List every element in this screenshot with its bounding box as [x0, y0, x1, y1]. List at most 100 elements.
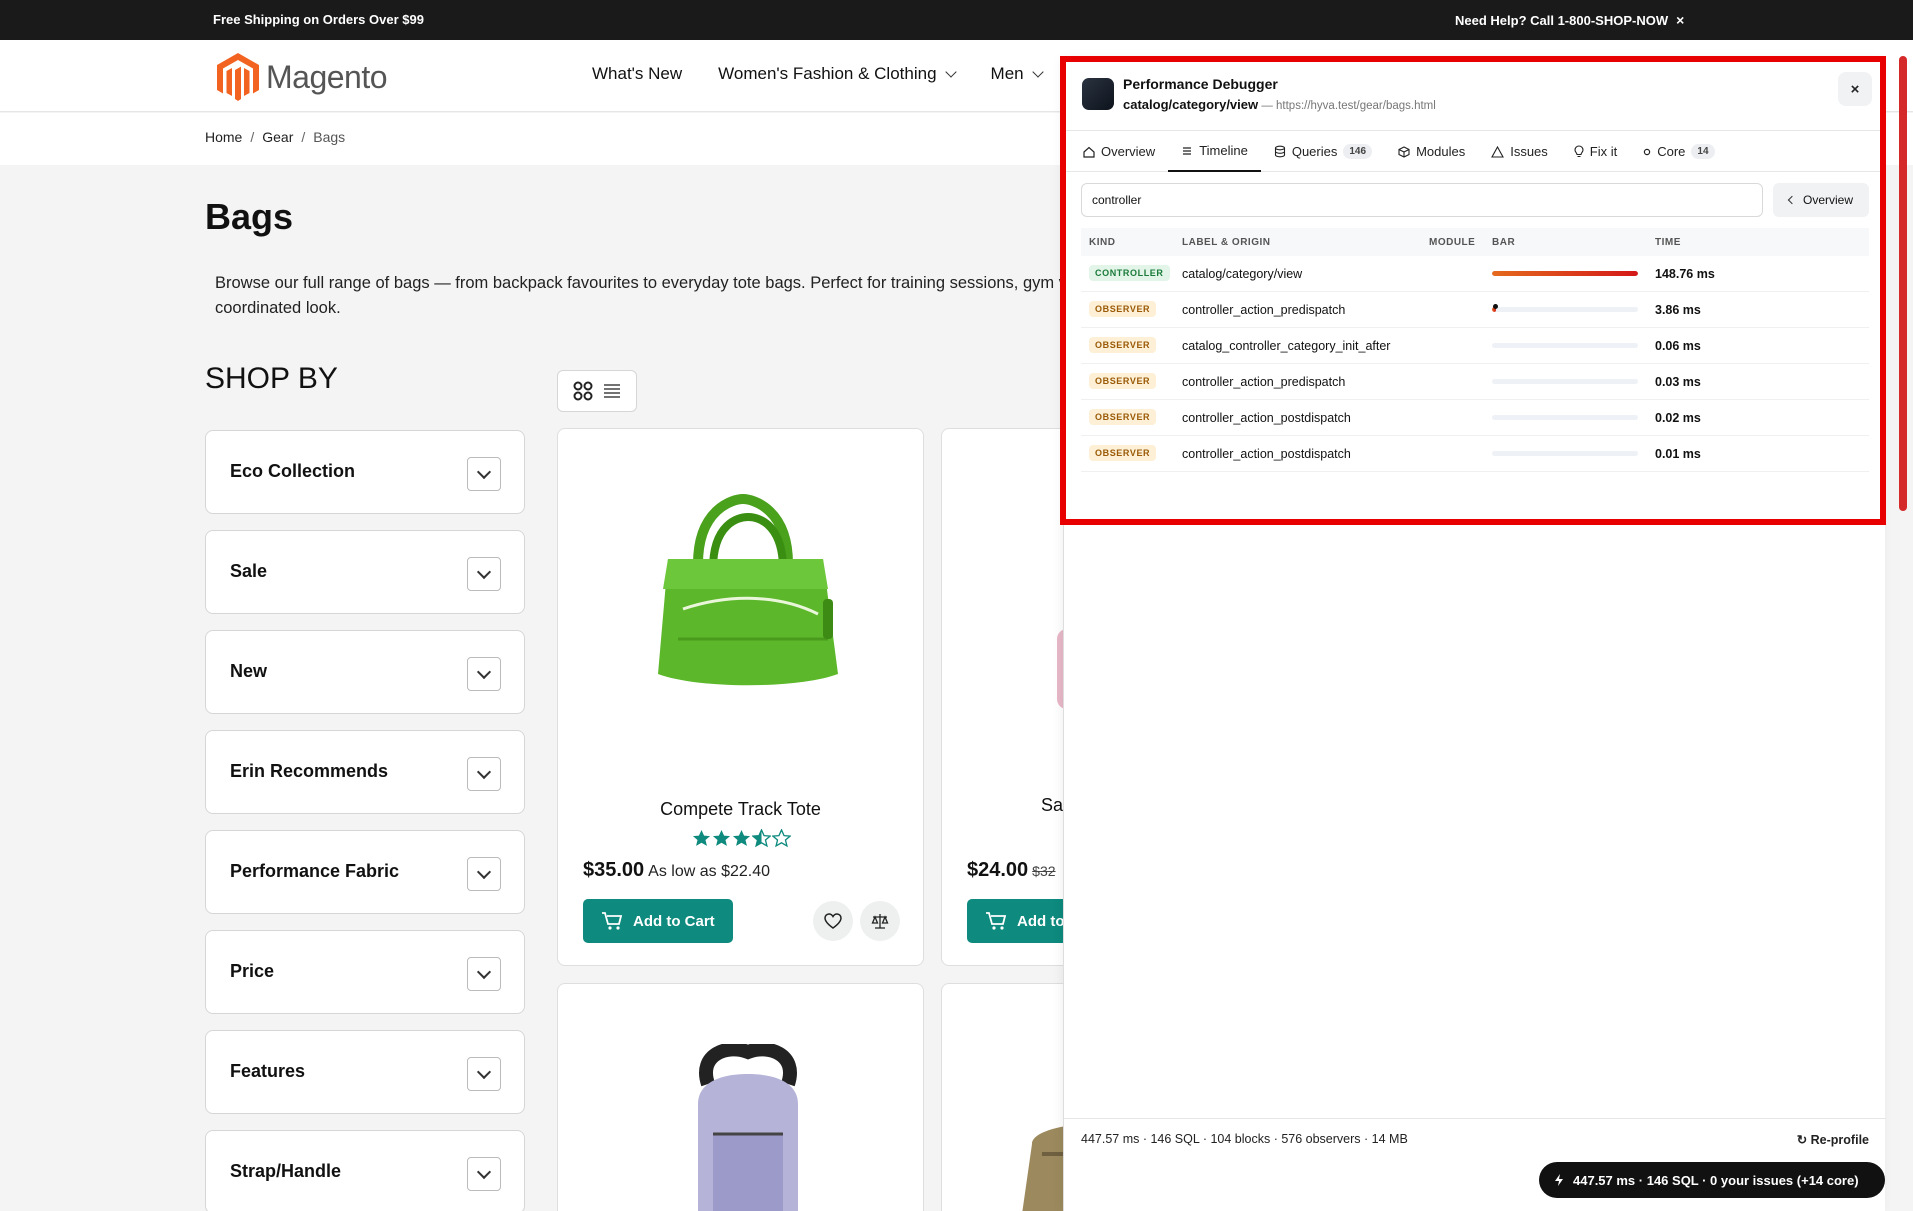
- chevron-down-icon: [476, 1164, 492, 1179]
- tab-label: Fix it: [1589, 144, 1618, 159]
- product-card[interactable]: [557, 983, 924, 1211]
- filter-new[interactable]: New: [205, 630, 525, 714]
- grid-view-icon[interactable]: [573, 381, 593, 401]
- product-card[interactable]: Compete Track Tote $35.00 As low as $22.4…: [557, 428, 924, 966]
- timing-bar: [1492, 379, 1638, 384]
- tab-core[interactable]: Core 14: [1630, 131, 1727, 172]
- heart-icon: [824, 913, 842, 929]
- timeline-row[interactable]: OBSERVER controller_action_postdispatch …: [1081, 436, 1869, 472]
- logo-text: Magento: [266, 58, 388, 95]
- filter-toggle[interactable]: [467, 1057, 501, 1091]
- debugger-title: Performance Debugger: [1123, 76, 1278, 92]
- tab-label: Timeline: [1199, 143, 1248, 158]
- close-icon[interactable]: ×: [1676, 12, 1684, 28]
- row-time: 3.86 ms: [1655, 303, 1701, 317]
- tab-fix-it[interactable]: Fix it: [1561, 131, 1630, 172]
- row-time: 0.01 ms: [1655, 447, 1701, 461]
- filter-label: Price: [230, 961, 275, 981]
- row-time: 0.03 ms: [1655, 375, 1701, 389]
- tab-queries[interactable]: Queries 146: [1261, 131, 1385, 172]
- column-header-kind: KIND: [1089, 237, 1116, 248]
- column-header-label: LABEL & ORIGIN: [1182, 237, 1271, 248]
- filter-toggle[interactable]: [467, 1157, 501, 1191]
- list-view-icon[interactable]: [603, 383, 621, 399]
- star-full-icon: [712, 829, 731, 846]
- filter-toggle[interactable]: [467, 657, 501, 691]
- debugger-footer: 447.57 ms · 146 SQL · 104 blocks · 576 o…: [1064, 1118, 1886, 1158]
- product-name[interactable]: Compete Track Tote: [558, 799, 923, 820]
- wishlist-button[interactable]: [813, 901, 853, 941]
- timeline-row[interactable]: OBSERVER controller_action_predispatch 0…: [1081, 364, 1869, 400]
- filter-eco-collection[interactable]: Eco Collection: [205, 430, 525, 514]
- kind-badge: CONTROLLER: [1089, 265, 1170, 281]
- shopby-title: SHOP BY: [205, 362, 338, 395]
- nav-whats-new[interactable]: What's New: [592, 64, 682, 84]
- filter-price[interactable]: Price: [205, 930, 525, 1014]
- performance-debugger-panel: Performance Debugger catalog/category/vi…: [1063, 58, 1886, 1211]
- page-url[interactable]: https://hyva.test/gear/bags.html: [1276, 100, 1436, 112]
- tab-issues[interactable]: Issues: [1478, 131, 1561, 172]
- nav-womens[interactable]: Women's Fashion & Clothing: [718, 64, 957, 84]
- filter-input[interactable]: controller: [1081, 183, 1763, 217]
- row-time: 0.06 ms: [1655, 339, 1701, 353]
- filter-label: Performance Fabric: [230, 861, 400, 881]
- filter-toggle[interactable]: [467, 957, 501, 991]
- filter-strap-handle[interactable]: Strap/Handle: [205, 1130, 525, 1211]
- timeline-row[interactable]: CONTROLLER catalog/category/view 148.76 …: [1081, 256, 1869, 292]
- breadcrumb-separator: /: [301, 129, 306, 145]
- filter-erin-recommends[interactable]: Erin Recommends: [205, 730, 525, 814]
- filter-toggle[interactable]: [467, 557, 501, 591]
- timeline-row[interactable]: OBSERVER controller_action_predispatch 3…: [1081, 292, 1869, 328]
- filter-label: Strap/Handle: [230, 1161, 342, 1181]
- reprofile-button[interactable]: ↻ Re-profile: [1797, 1132, 1869, 1147]
- back-to-overview-button[interactable]: Overview: [1773, 183, 1869, 217]
- list-icon: [1183, 146, 1192, 155]
- help-area: Need Help? Call 1-800-SHOP-NOW ×: [1455, 12, 1684, 28]
- nav-men[interactable]: Men: [990, 64, 1044, 84]
- filter-toggle[interactable]: [467, 757, 501, 791]
- filter-features[interactable]: Features: [205, 1030, 525, 1114]
- breadcrumb-home[interactable]: Home: [205, 129, 242, 145]
- filter-toggle[interactable]: [467, 457, 501, 491]
- tab-label: Core: [1657, 144, 1686, 159]
- filter-label: New: [230, 661, 268, 681]
- product-image[interactable]: [668, 1044, 828, 1211]
- filter-input-value: controller: [1092, 193, 1142, 207]
- breadcrumb: Home / Gear / Bags: [205, 129, 345, 145]
- profiler-summary-pill[interactable]: 447.57 ms · 146 SQL · 0 your issues (+14…: [1539, 1162, 1885, 1198]
- tab-label: Issues: [1510, 144, 1548, 159]
- product-price: $35.00 As low as $22.40: [583, 859, 770, 882]
- filter-performance-fabric[interactable]: Performance Fabric: [205, 830, 525, 914]
- refresh-icon: ↻: [1796, 1133, 1808, 1147]
- tab-modules[interactable]: Modules: [1385, 131, 1478, 172]
- logo[interactable]: Magento: [216, 52, 388, 102]
- compare-button[interactable]: [860, 901, 900, 941]
- add-to-cart-button[interactable]: Add to Cart: [583, 899, 733, 943]
- row-time: 148.76 ms: [1655, 267, 1715, 281]
- timeline-table-header: KIND LABEL & ORIGIN MODULE BAR TIME: [1081, 228, 1869, 256]
- kind-badge: OBSERVER: [1089, 373, 1157, 389]
- tab-overview[interactable]: Overview: [1070, 131, 1168, 172]
- product-image[interactable]: [638, 489, 848, 699]
- filter-label: Sale: [230, 561, 268, 581]
- timing-bar-fill: [1492, 271, 1638, 276]
- filter-sale[interactable]: Sale: [205, 530, 525, 614]
- magento-logo-icon: [217, 53, 259, 101]
- panel-scrollbar[interactable]: [1899, 56, 1907, 511]
- tab-timeline[interactable]: Timeline: [1168, 131, 1261, 172]
- star-half-icon: [752, 829, 771, 848]
- row-label: controller_action_postdispatch: [1182, 447, 1351, 461]
- breadcrumb-gear[interactable]: Gear: [262, 129, 293, 145]
- filter-label: Features: [230, 1061, 306, 1081]
- timeline-row[interactable]: OBSERVER catalog_controller_category_ini…: [1081, 328, 1869, 364]
- nav-label: Men: [990, 64, 1024, 83]
- close-button[interactable]: ×: [1838, 72, 1872, 106]
- timing-bar: [1492, 343, 1638, 348]
- cart-icon: [602, 912, 623, 930]
- url-separator: —: [1258, 100, 1277, 112]
- column-header-bar: BAR: [1492, 237, 1516, 248]
- filter-toggle[interactable]: [467, 857, 501, 891]
- cube-icon: [1398, 145, 1410, 158]
- timeline-row[interactable]: OBSERVER controller_action_postdispatch …: [1081, 400, 1869, 436]
- chevron-down-icon: [476, 564, 492, 579]
